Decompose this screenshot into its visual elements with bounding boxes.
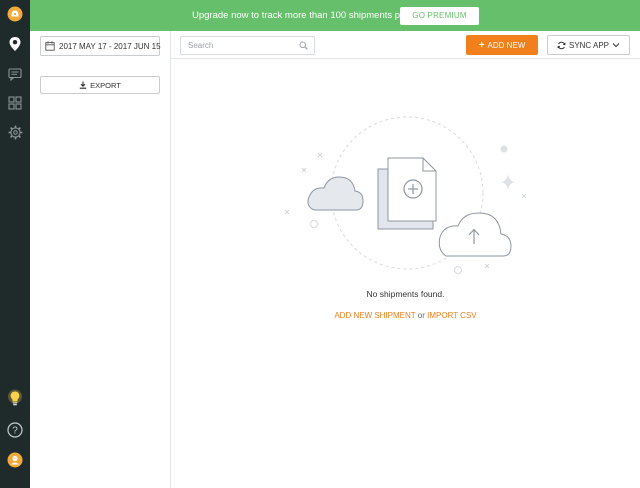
help-icon[interactable]: ? bbox=[0, 416, 30, 444]
calendar-icon bbox=[45, 41, 55, 51]
dashboard-icon[interactable] bbox=[0, 89, 30, 117]
date-range-picker[interactable]: 2017 MAY 17 - 2017 JUN 15 bbox=[40, 36, 161, 56]
filter-panel: 2017 MAY 17 - 2017 JUN 15 EXPORT bbox=[30, 31, 171, 488]
sync-icon bbox=[557, 41, 566, 49]
chevron-down-icon bbox=[612, 43, 620, 48]
no-shipments-message: No shipments found. bbox=[366, 289, 445, 299]
export-label: EXPORT bbox=[90, 80, 121, 90]
search-box bbox=[180, 36, 315, 55]
sync-app-button[interactable]: SYNC APP bbox=[547, 35, 630, 55]
upgrade-banner: Upgrade now to track more than 100 shipm… bbox=[30, 0, 640, 31]
go-premium-button[interactable]: GO PREMIUM bbox=[400, 7, 479, 25]
date-range-label: 2017 MAY 17 - 2017 JUN 15 bbox=[59, 41, 161, 51]
add-new-label: ADD NEW bbox=[487, 40, 526, 50]
import-csv-link[interactable]: IMPORT CSV bbox=[427, 311, 477, 320]
search-icon[interactable] bbox=[299, 41, 308, 50]
plus-icon: + bbox=[478, 39, 485, 51]
download-icon bbox=[79, 81, 87, 89]
left-nav-rail: ? bbox=[0, 0, 30, 488]
search-input[interactable] bbox=[181, 37, 296, 54]
actions-separator: or bbox=[417, 311, 425, 320]
empty-state: No shipments found. ADD NEW SHIPMENT or … bbox=[171, 60, 640, 488]
add-new-shipment-link[interactable]: ADD NEW SHIPMENT bbox=[334, 311, 415, 320]
logo-icon[interactable] bbox=[0, 0, 30, 28]
settings-icon[interactable] bbox=[0, 118, 30, 146]
sync-app-label: SYNC APP bbox=[568, 40, 609, 50]
chat-icon[interactable] bbox=[0, 60, 30, 88]
main-toolbar: + ADD NEW SYNC APP bbox=[171, 31, 640, 59]
empty-shipments-illustration bbox=[284, 116, 527, 274]
export-button[interactable]: EXPORT bbox=[40, 76, 160, 94]
add-new-button[interactable]: + ADD NEW bbox=[466, 35, 538, 55]
empty-state-actions: ADD NEW SHIPMENT or IMPORT CSV bbox=[171, 311, 640, 320]
account-icon[interactable] bbox=[0, 446, 30, 474]
lightbulb-icon[interactable] bbox=[0, 385, 30, 413]
location-pin-icon[interactable] bbox=[0, 30, 30, 58]
svg-text:?: ? bbox=[12, 426, 18, 437]
